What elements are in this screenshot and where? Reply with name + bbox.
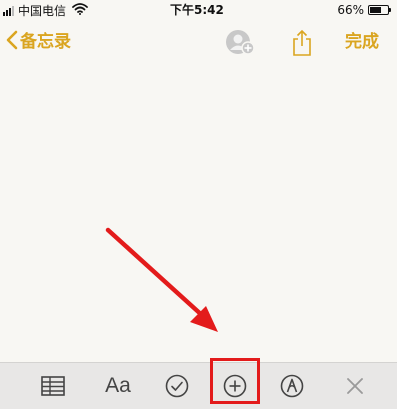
add-button-highlight	[210, 358, 260, 404]
nav-bar: 备忘录 完成	[0, 24, 397, 64]
format-text-button[interactable]: Aa	[103, 373, 133, 399]
battery-percent: 66%	[337, 3, 364, 17]
carrier-name: 中国电信	[18, 3, 67, 18]
markup-button[interactable]	[277, 373, 307, 399]
share-icon	[293, 29, 311, 56]
add-people-icon	[226, 30, 255, 55]
format-text-label: Aa	[105, 374, 131, 397]
back-button[interactable]: 备忘录	[6, 30, 71, 54]
close-icon	[347, 378, 363, 394]
done-button[interactable]: 完成	[345, 31, 379, 53]
status-bar: 中国电信 下午5:42 66%	[0, 0, 397, 20]
signal-icon	[3, 5, 14, 16]
checklist-icon	[165, 374, 189, 398]
wifi-icon	[72, 3, 88, 18]
chevron-left-icon	[6, 30, 18, 54]
share-button[interactable]	[290, 28, 314, 58]
table-icon	[41, 376, 65, 396]
close-button[interactable]	[340, 373, 370, 399]
annotation-arrow	[105, 227, 218, 332]
status-left: 中国电信	[3, 3, 88, 18]
battery-tip	[389, 8, 391, 12]
back-label: 备忘录	[20, 32, 71, 52]
toolbar: Aa	[0, 362, 397, 409]
add-people-button[interactable]	[224, 28, 258, 58]
status-time: 下午5:42	[170, 3, 224, 17]
status-right: 66%	[337, 3, 391, 17]
battery-fill	[370, 7, 382, 13]
table-button[interactable]	[38, 373, 68, 399]
battery-icon	[368, 5, 391, 15]
markup-icon	[280, 374, 304, 398]
checklist-button[interactable]	[162, 373, 192, 399]
